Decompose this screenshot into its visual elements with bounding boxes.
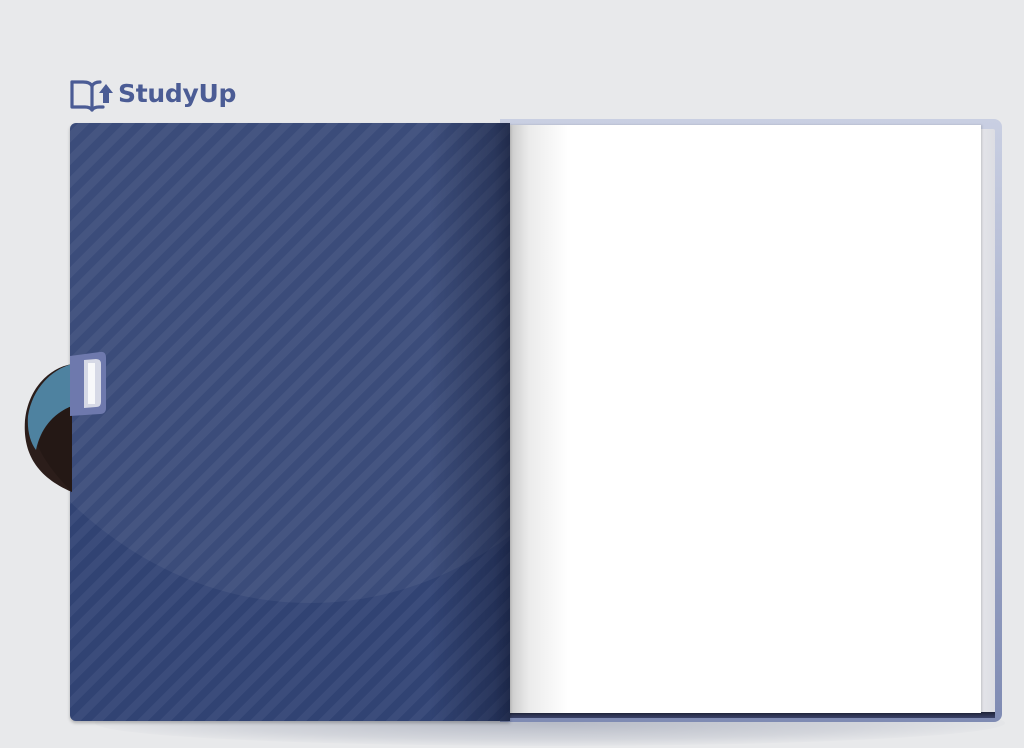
right-page (508, 125, 981, 713)
cover-spine-shade (430, 123, 510, 721)
page-gutter-shadow (508, 125, 568, 713)
studyup-logo[interactable]: StudyUp (70, 76, 236, 112)
brand-name: StudyUp (118, 79, 237, 108)
book-front-cover[interactable] (70, 123, 510, 721)
open-book-up-arrow-icon (70, 80, 113, 112)
ribbon-bookmark-icon[interactable] (22, 350, 112, 495)
